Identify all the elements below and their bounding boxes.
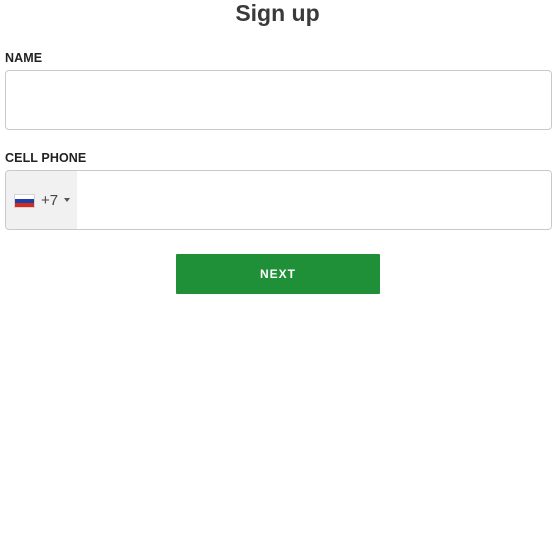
cell-phone-label: CELL PHONE: [5, 151, 87, 165]
cell-phone-input[interactable]: [77, 171, 551, 229]
dial-code: +7: [41, 192, 59, 209]
next-button[interactable]: NEXT: [176, 254, 380, 294]
cell-phone-field-group: +7: [5, 170, 552, 230]
name-field[interactable]: [5, 70, 552, 130]
page-title: Sign up: [235, 0, 320, 26]
caret-down-icon: [64, 198, 70, 202]
name-label: NAME: [5, 51, 43, 65]
signup-page: Sign up NAME CELL PHONE +7 NEXT: [0, 0, 555, 550]
russia-flag-icon: [14, 194, 35, 208]
country-code-select[interactable]: +7: [6, 171, 77, 229]
